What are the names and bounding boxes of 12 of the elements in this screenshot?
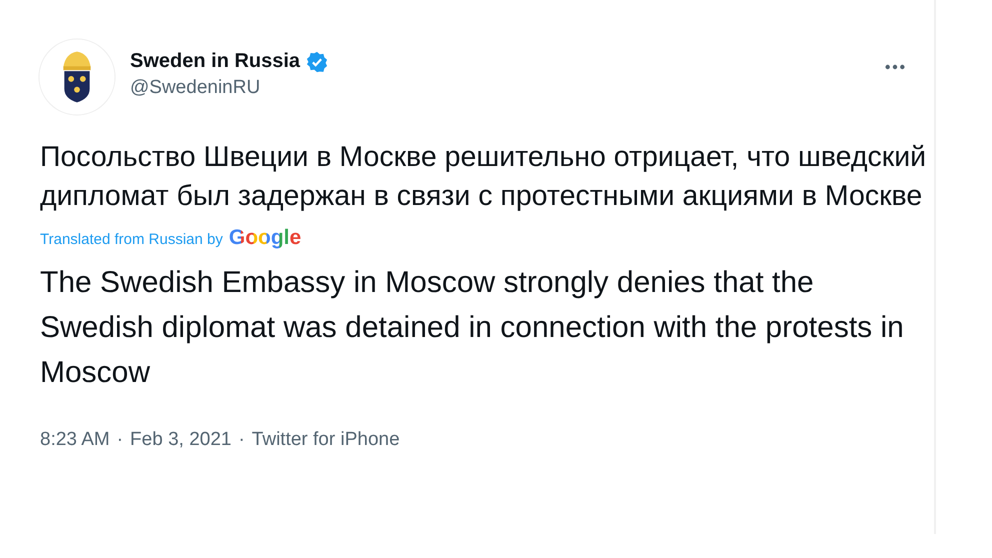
tweet-text: Посольство Швеции в Москве решительно отрицает, что шведский дипломат был задержан в связи с протестными акциями в Москве xyxy=(40,140,928,214)
translated-text: The Swedish Embassy in Moscow strongly denies that the Swedish diplomat was detained in connection with the protests in Moscow xyxy=(40,265,905,391)
coat-of-arms-avatar[interactable] xyxy=(38,38,116,116)
separator-dot: · xyxy=(238,429,245,451)
separator-dot: · xyxy=(116,429,124,451)
account-handle[interactable]: @SwedeninRU xyxy=(130,77,884,99)
account-name[interactable]: Sweden in Russia xyxy=(130,50,300,73)
google-logo: Google xyxy=(228,226,302,250)
tweet-date[interactable]: Feb 3, 2021 xyxy=(130,429,232,451)
tweet-source[interactable]: Twitter for iPhone xyxy=(252,429,400,451)
tweet-time[interactable]: 8:23 AM xyxy=(40,429,110,451)
more-options-icon[interactable] xyxy=(884,64,906,70)
